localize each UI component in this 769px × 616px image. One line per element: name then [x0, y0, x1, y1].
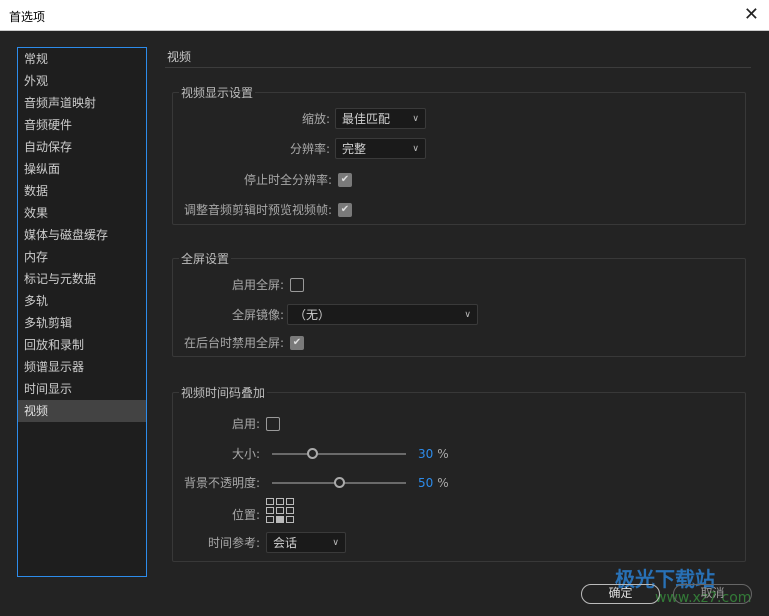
zoom-label: 缩放: [301, 112, 330, 126]
sidebar-item[interactable]: 外观 [18, 70, 146, 92]
disable-bg-checkbox[interactable]: ✔ [290, 335, 304, 350]
size-value[interactable]: 30 [418, 447, 433, 461]
divider [165, 67, 751, 68]
page-title: 视频 [167, 50, 192, 64]
resolution-select[interactable]: 完整 ∨ [335, 138, 426, 159]
position-bottom-right[interactable] [286, 516, 294, 523]
position-grid[interactable] [266, 498, 294, 523]
position-label: 位置: [231, 508, 260, 522]
group-title: 全屏设置 [179, 250, 232, 267]
sidebar-item[interactable]: 时间显示 [18, 378, 146, 400]
enable-fullscreen-label: 启用全屏: [231, 278, 284, 292]
ok-button[interactable]: 确定 [581, 584, 660, 604]
sidebar-item[interactable]: 音频声道映射 [18, 92, 146, 114]
sidebar-item[interactable]: 媒体与磁盘缓存 [18, 224, 146, 246]
disable-bg-label: 在后台时禁用全屏: [183, 336, 284, 350]
chevron-down-icon: ∨ [464, 309, 471, 320]
group-title: 视频显示设置 [179, 84, 256, 101]
opacity-value[interactable]: 50 [418, 476, 433, 490]
preview-label: 调整音频剪辑时预览视频帧: [183, 203, 332, 217]
timeref-select[interactable]: 会话 ∨ [266, 532, 346, 553]
position-middle-right[interactable] [286, 507, 294, 514]
position-bottom-left[interactable] [266, 516, 274, 523]
sidebar-item[interactable]: 自动保存 [18, 136, 146, 158]
resolution-value: 完整 [342, 142, 367, 156]
full-res-stopped-checkbox[interactable]: ✔ [338, 172, 352, 187]
title-bar: 首选项 ✕ [0, 0, 769, 31]
close-icon[interactable]: ✕ [744, 4, 759, 25]
sidebar-item[interactable]: 数据 [18, 180, 146, 202]
timeref-value: 会话 [273, 536, 298, 550]
sidebar-item[interactable]: 内存 [18, 246, 146, 268]
timeref-label: 时间参考: [207, 536, 260, 550]
enable-fullscreen-checkbox[interactable] [290, 277, 304, 292]
cancel-button[interactable]: 取消 [673, 584, 752, 604]
position-bottom-center[interactable] [276, 516, 284, 523]
sidebar-item[interactable]: 操纵面 [18, 158, 146, 180]
full-res-stopped-label: 停止时全分辨率: [243, 173, 332, 187]
mirror-label: 全屏镜像: [231, 308, 284, 322]
position-middle-left[interactable] [266, 507, 274, 514]
chevron-down-icon: ∨ [412, 143, 419, 154]
opacity-slider[interactable] [272, 476, 406, 489]
zoom-value: 最佳匹配 [342, 112, 391, 126]
percent-sign: % [437, 475, 449, 490]
resolution-label: 分辨率: [289, 142, 330, 156]
sidebar-item[interactable]: 频谱显示器 [18, 356, 146, 378]
sidebar-item[interactable]: 常规 [18, 48, 146, 70]
percent-sign: % [437, 446, 449, 461]
sidebar-item[interactable]: 多轨 [18, 290, 146, 312]
sidebar-item[interactable]: 回放和录制 [18, 334, 146, 356]
sidebar-item[interactable]: 视频 [18, 400, 146, 422]
size-slider[interactable] [272, 447, 406, 460]
position-top-center[interactable] [276, 498, 284, 505]
position-middle-center[interactable] [276, 507, 284, 514]
window-title: 首选项 [9, 10, 46, 24]
mirror-value: （无） [294, 308, 331, 322]
size-label: 大小: [231, 447, 260, 461]
slider-thumb[interactable] [307, 447, 319, 459]
position-top-left[interactable] [266, 498, 274, 505]
sidebar-item[interactable]: 多轨剪辑 [18, 312, 146, 334]
timecode-enable-checkbox[interactable] [266, 416, 280, 431]
slider-thumb[interactable] [334, 476, 345, 488]
zoom-select[interactable]: 最佳匹配 ∨ [335, 108, 426, 129]
category-list[interactable]: 常规 外观 音频声道映射 音频硬件 自动保存 操纵面 数据 效果 媒体与磁盘缓存 内存 标记与元数据… [17, 47, 147, 577]
chevron-down-icon: ∨ [412, 113, 419, 124]
preview-checkbox[interactable]: ✔ [338, 202, 352, 217]
group-title: 视频时间码叠加 [179, 384, 268, 401]
mirror-select[interactable]: （无） ∨ [287, 304, 478, 325]
sidebar-item[interactable]: 音频硬件 [18, 114, 146, 136]
position-top-right[interactable] [286, 498, 294, 505]
sidebar-item[interactable]: 标记与元数据 [18, 268, 146, 290]
opacity-label: 背景不透明度: [183, 476, 260, 490]
sidebar-item[interactable]: 效果 [18, 202, 146, 224]
chevron-down-icon: ∨ [332, 537, 339, 548]
timecode-enable-label: 启用: [231, 417, 260, 431]
